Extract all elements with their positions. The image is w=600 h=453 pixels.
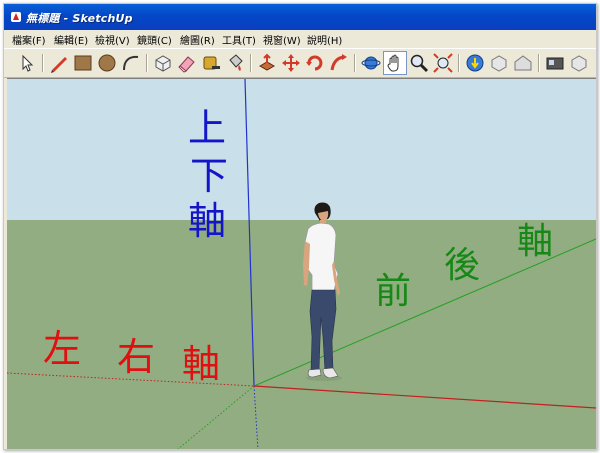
eraser-icon[interactable] (176, 52, 198, 74)
depth-axis-char-3: 軸 (517, 221, 554, 262)
menu-edit[interactable]: 編輯(E) (54, 32, 88, 47)
component-icon[interactable] (568, 52, 590, 74)
sketchup-window: 無標題 - SketchUp 檔案(F) 編輯(E) 檢視(V) 鏡頭(C) 繪… (3, 3, 597, 450)
horizontal-axis-char-3: 軸 (182, 342, 221, 386)
tape-measure-icon[interactable] (200, 52, 222, 74)
pencil-icon[interactable] (48, 52, 70, 74)
rectangle-icon[interactable] (72, 52, 94, 74)
circle-icon[interactable] (96, 52, 118, 74)
pan-icon[interactable] (383, 51, 407, 75)
model-viewport[interactable]: 上 下 軸 前 後 軸 左 右 軸 (7, 78, 596, 450)
menu-help[interactable]: 說明(H) (307, 32, 342, 47)
sketchup-app-icon[interactable] (10, 11, 22, 23)
toolbar (4, 48, 596, 78)
ruby-icon[interactable] (544, 52, 566, 74)
vertical-axis-char-2: 下 (190, 154, 229, 198)
depth-axis-char-2: 後 (444, 245, 481, 286)
paint-bucket-icon[interactable] (224, 52, 246, 74)
title-bar: 無標題 - SketchUp (4, 4, 596, 30)
scene-canvas[interactable] (7, 79, 596, 450)
vertical-axis-char-1: 上 (188, 106, 227, 150)
menu-window[interactable]: 視窗(W) (263, 32, 301, 47)
follow-me-icon[interactable] (328, 52, 350, 74)
menu-camera[interactable]: 鏡頭(C) (137, 32, 172, 47)
rotate-icon[interactable] (304, 52, 326, 74)
make-component-icon[interactable] (152, 52, 174, 74)
warehouse-icon[interactable] (512, 52, 534, 74)
get-models-icon[interactable] (464, 52, 486, 74)
menu-draw[interactable]: 繪圖(R) (180, 32, 215, 47)
share-model-icon[interactable] (488, 52, 510, 74)
horizontal-axis-char-1: 左 (43, 327, 82, 371)
window-title: 無標題 - SketchUp (26, 12, 133, 25)
orbit-icon[interactable] (360, 52, 382, 74)
menu-bar: 檔案(F) 編輯(E) 檢視(V) 鏡頭(C) 繪圖(R) 工具(T) 視窗(W… (4, 30, 596, 48)
menu-tools[interactable]: 工具(T) (222, 32, 256, 47)
menu-file[interactable]: 檔案(F) (12, 32, 46, 47)
move-icon[interactable] (280, 52, 302, 74)
vertical-axis-char-3: 軸 (188, 199, 227, 243)
zoom-extents-icon[interactable] (432, 52, 454, 74)
zoom-icon[interactable] (408, 52, 430, 74)
sky (7, 79, 596, 220)
arc-icon[interactable] (120, 52, 142, 74)
horizontal-axis-char-2: 右 (117, 335, 156, 379)
ground (7, 220, 596, 449)
depth-axis-char-1: 前 (375, 271, 412, 312)
push-pull-icon[interactable] (256, 52, 278, 74)
menu-view[interactable]: 檢視(V) (95, 32, 130, 47)
select-icon[interactable] (16, 52, 38, 74)
